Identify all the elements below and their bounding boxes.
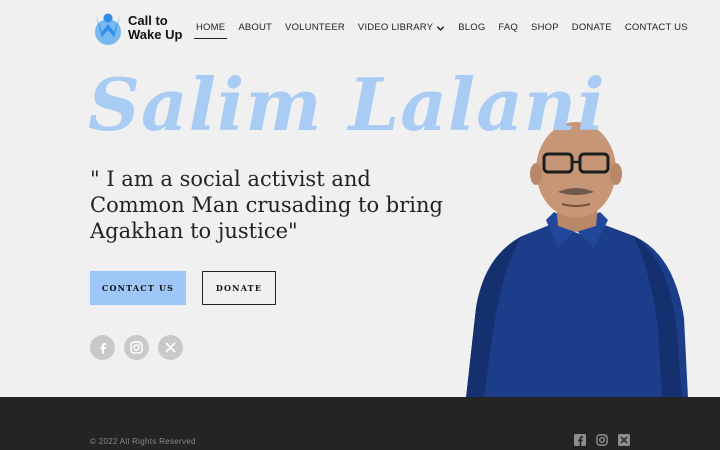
nav-label: HOME: [196, 22, 226, 33]
hero-quote: " I am a social activist and Common Man …: [90, 167, 443, 243]
logo-text-line1: Call to: [128, 13, 168, 28]
hero-name: Salim Lalani: [88, 62, 606, 147]
contact-us-button[interactable]: CONTACT US: [90, 271, 186, 305]
x-icon[interactable]: [618, 434, 630, 446]
nav-item-contact-us[interactable]: CONTACT US: [625, 16, 688, 40]
site-footer: © 2022 All Rights Reserved: [0, 397, 720, 450]
x-icon[interactable]: [158, 335, 183, 360]
logo-text: Call to Wake Up: [128, 14, 182, 42]
logo-text-line2: Wake Up: [128, 27, 183, 42]
site-header: Call to Wake Up HOME ABOUT VOLUNTEER VID…: [0, 0, 720, 56]
nav-item-shop[interactable]: SHOP: [531, 16, 559, 40]
nav-label: FAQ: [498, 22, 519, 33]
nav-item-home[interactable]: HOME: [193, 16, 228, 40]
nav-label: VIDEO LIBRARY: [357, 22, 434, 33]
facebook-icon[interactable]: [574, 434, 586, 446]
logo[interactable]: Call to Wake Up: [92, 10, 188, 46]
nav-item-volunteer[interactable]: VOLUNTEER: [285, 16, 345, 40]
instagram-icon[interactable]: [124, 335, 149, 360]
nav-item-faq[interactable]: FAQ: [498, 16, 518, 40]
nav-label: DONATE: [571, 22, 612, 33]
nav-label: ABOUT: [238, 22, 273, 33]
nav-item-about[interactable]: ABOUT: [238, 16, 272, 40]
nav-label: CONTACT US: [624, 22, 688, 33]
nav-item-video-library[interactable]: VIDEO LIBRARY: [358, 16, 445, 40]
copyright-text: © 2022 All Rights Reserved: [90, 437, 196, 446]
nav-item-blog[interactable]: BLOG: [458, 16, 485, 40]
instagram-icon[interactable]: [596, 434, 608, 446]
nav-label: VOLUNTEER: [285, 22, 345, 33]
nav-item-donate[interactable]: DONATE: [572, 16, 612, 40]
donate-button[interactable]: DONATE: [202, 271, 276, 305]
portrait-image: [466, 122, 688, 398]
nav-label: BLOG: [458, 22, 486, 33]
main-nav: HOME ABOUT VOLUNTEER VIDEO LIBRARY BLOG …: [193, 16, 688, 40]
logo-mark-icon: [95, 13, 121, 45]
nav-label: SHOP: [531, 22, 559, 33]
chevron-down-icon: [437, 25, 445, 31]
facebook-icon[interactable]: [90, 335, 115, 360]
